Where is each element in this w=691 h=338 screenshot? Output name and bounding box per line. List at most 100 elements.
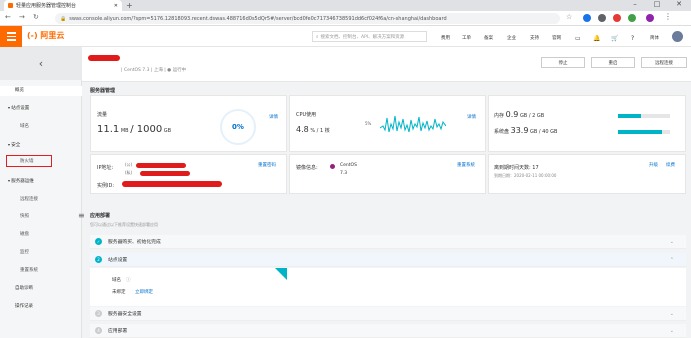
traffic-value: 11.1 MB / 1000 GB — [97, 124, 171, 135]
sidebar-collapse-button[interactable]: ‹ — [0, 47, 82, 80]
traffic-details-link[interactable]: 详情 — [269, 114, 278, 120]
instance-id-label: 实例ID: — [97, 183, 115, 189]
aliyun-logo[interactable]: (-) 阿里云 — [27, 30, 64, 41]
cpu-unit: % / 1 核 — [310, 128, 330, 134]
aliyun-favicon-icon — [8, 3, 13, 8]
remote-connect-button[interactable]: 远程连接 — [641, 57, 687, 68]
sidebar-item-snapshot[interactable]: 快照 — [0, 213, 82, 219]
new-tab-button[interactable]: + — [126, 1, 133, 10]
url-text: swas.console.aliyun.com/?spm=5176.128180… — [69, 15, 447, 22]
sidebar-group-security[interactable]: 安全 — [0, 142, 82, 148]
language-switch[interactable]: 简体 — [650, 35, 659, 41]
help-icon[interactable]: ? — [631, 35, 634, 42]
sidebar-item-overview[interactable]: 概览 — [0, 86, 82, 96]
nav-enterprise[interactable]: 企业 — [507, 35, 516, 41]
nav-support[interactable]: 支持 — [530, 35, 539, 41]
step-3-number: 3 — [95, 310, 102, 317]
nav-website[interactable]: 官网 — [552, 35, 561, 41]
search-input[interactable]: ⌕ 搜索文档、控制台、API、解决方案和资源 — [312, 31, 427, 42]
memory-usage-fill — [618, 114, 642, 118]
sidebar-item-diagnose[interactable]: 自助诊断 — [0, 285, 82, 291]
bell-icon[interactable]: 🔔 — [593, 35, 600, 42]
cpu-value: 4.8 % / 1 核 — [296, 125, 330, 134]
sidebar-item-firewall[interactable]: 防火墙 — [0, 158, 82, 164]
chevron-down-icon: ⌄ — [669, 238, 674, 245]
chevron-down-icon: ⌄ — [669, 327, 674, 334]
browser-tab[interactable]: 轻量应用服务器管理控制台 ✕ — [4, 0, 122, 11]
extension-icon[interactable] — [628, 14, 636, 22]
nav-ticket[interactable]: 工单 — [462, 35, 471, 41]
reload-icon[interactable]: ↻ — [33, 13, 39, 21]
deploy-section-title: 应用部署 — [90, 213, 111, 219]
expiry-row: 离到期时间天数: 17 — [494, 164, 539, 171]
ip-label: IP地址: — [97, 165, 114, 171]
extension-icon[interactable] — [583, 14, 591, 22]
step-3[interactable]: 3 服务器安全设置 ⌄ — [90, 307, 686, 321]
close-window-button[interactable]: ✕ — [669, 0, 689, 8]
redacted-instance-name — [88, 55, 120, 61]
terminal-icon[interactable]: ▭ — [575, 35, 581, 42]
traffic-label: 流量 — [97, 112, 108, 118]
step-2-label: 站点设置 — [108, 258, 128, 263]
sidebar-item-remote[interactable]: 远程连接 — [0, 196, 82, 202]
reset-system-link[interactable]: 重置系统 — [457, 162, 475, 168]
step-2-number: 2 — [95, 256, 102, 263]
traffic-percent: 0% — [232, 123, 244, 131]
step-4-number: 4 — [95, 327, 102, 334]
cart-icon[interactable]: 🛒 — [611, 35, 618, 42]
maximize-button[interactable]: □ — [647, 0, 667, 8]
cpu-details-link[interactable]: 详情 — [467, 114, 476, 120]
menu-icon[interactable]: ⋮ — [664, 12, 672, 21]
expiry-label: 离到期时间天数: — [494, 165, 531, 171]
upgrade-link[interactable]: 升级 — [649, 162, 658, 168]
bind-now-link[interactable]: 立即绑定 — [135, 289, 153, 295]
step-1[interactable]: ✓ 服务器购买、初始化完成 ⌄ — [90, 235, 686, 249]
sidebar-item-oplog[interactable]: 操作记录 — [0, 303, 82, 309]
forward-icon[interactable]: → — [19, 13, 25, 21]
sidebar-item-monitor[interactable]: 监控 — [0, 249, 82, 255]
back-icon[interactable]: ← — [5, 13, 11, 21]
profile-icon[interactable] — [646, 14, 654, 22]
redacted-public-ip — [136, 163, 186, 168]
tab-close-icon[interactable]: ✕ — [114, 3, 118, 9]
sidebar-group-ops[interactable]: 服务器运维 — [0, 178, 82, 184]
check-icon: ✓ — [95, 238, 102, 245]
reset-password-link[interactable]: 重置密码 — [258, 162, 276, 168]
instance-meta: | CentOS 7.3 | 上海 | ● 运行中 — [121, 68, 187, 73]
traffic-used-unit: MB — [120, 128, 129, 134]
url-field[interactable]: 🔒 swas.console.aliyun.com/?spm=5176.1281… — [55, 13, 560, 24]
extension-icon[interactable] — [598, 14, 606, 22]
minimize-button[interactable]: – — [625, 0, 645, 8]
drag-handle-icon[interactable]: ≡ — [78, 211, 85, 220]
extension-icon[interactable] — [613, 14, 621, 22]
deploy-hint: 您可以通过以下推荐设置快速部署应用 — [90, 222, 158, 227]
nav-billing[interactable]: 费用 — [441, 35, 450, 41]
image-version: 7.3 — [340, 171, 348, 176]
memory-unit: GB / 2 GB — [519, 113, 545, 119]
step-2-body — [90, 268, 686, 306]
menu-burger-icon[interactable] — [0, 26, 22, 47]
redacted-instance-id — [122, 181, 222, 187]
cpu-label: CPU使用 — [296, 112, 317, 118]
sidebar-item-disk[interactable]: 磁盘 — [0, 231, 82, 237]
remote-label: 远程连接 — [655, 60, 673, 66]
image-card — [289, 154, 486, 194]
bookmark-star-icon[interactable]: ☆ — [566, 13, 572, 21]
domain-label: 域名 — [112, 278, 121, 283]
stop-button[interactable]: 停止 — [541, 57, 585, 68]
image-name: CentOS — [340, 163, 357, 168]
renew-link[interactable]: 续费 — [666, 162, 675, 168]
traffic-unit: GB — [163, 128, 172, 134]
step-4[interactable]: 4 应用部署 ⌄ — [90, 324, 686, 338]
sidebar-item-domain[interactable]: 域名 — [0, 123, 82, 129]
restart-button[interactable]: 重启 — [591, 57, 635, 68]
nav-icp[interactable]: 备案 — [484, 35, 493, 41]
sidebar-item-reset[interactable]: 重置系统 — [0, 267, 82, 273]
memory-disk-card — [488, 95, 686, 152]
domain-status: 未绑定 — [112, 290, 126, 295]
avatar[interactable] — [672, 31, 683, 42]
step-2[interactable]: 2 站点设置 ⌃ — [90, 253, 686, 267]
sidebar-group-site[interactable]: 站点设置 — [0, 105, 82, 111]
traffic-total: / 1000 — [130, 124, 163, 135]
step-1-label: 服务器购买、初始化完成 — [108, 240, 161, 245]
